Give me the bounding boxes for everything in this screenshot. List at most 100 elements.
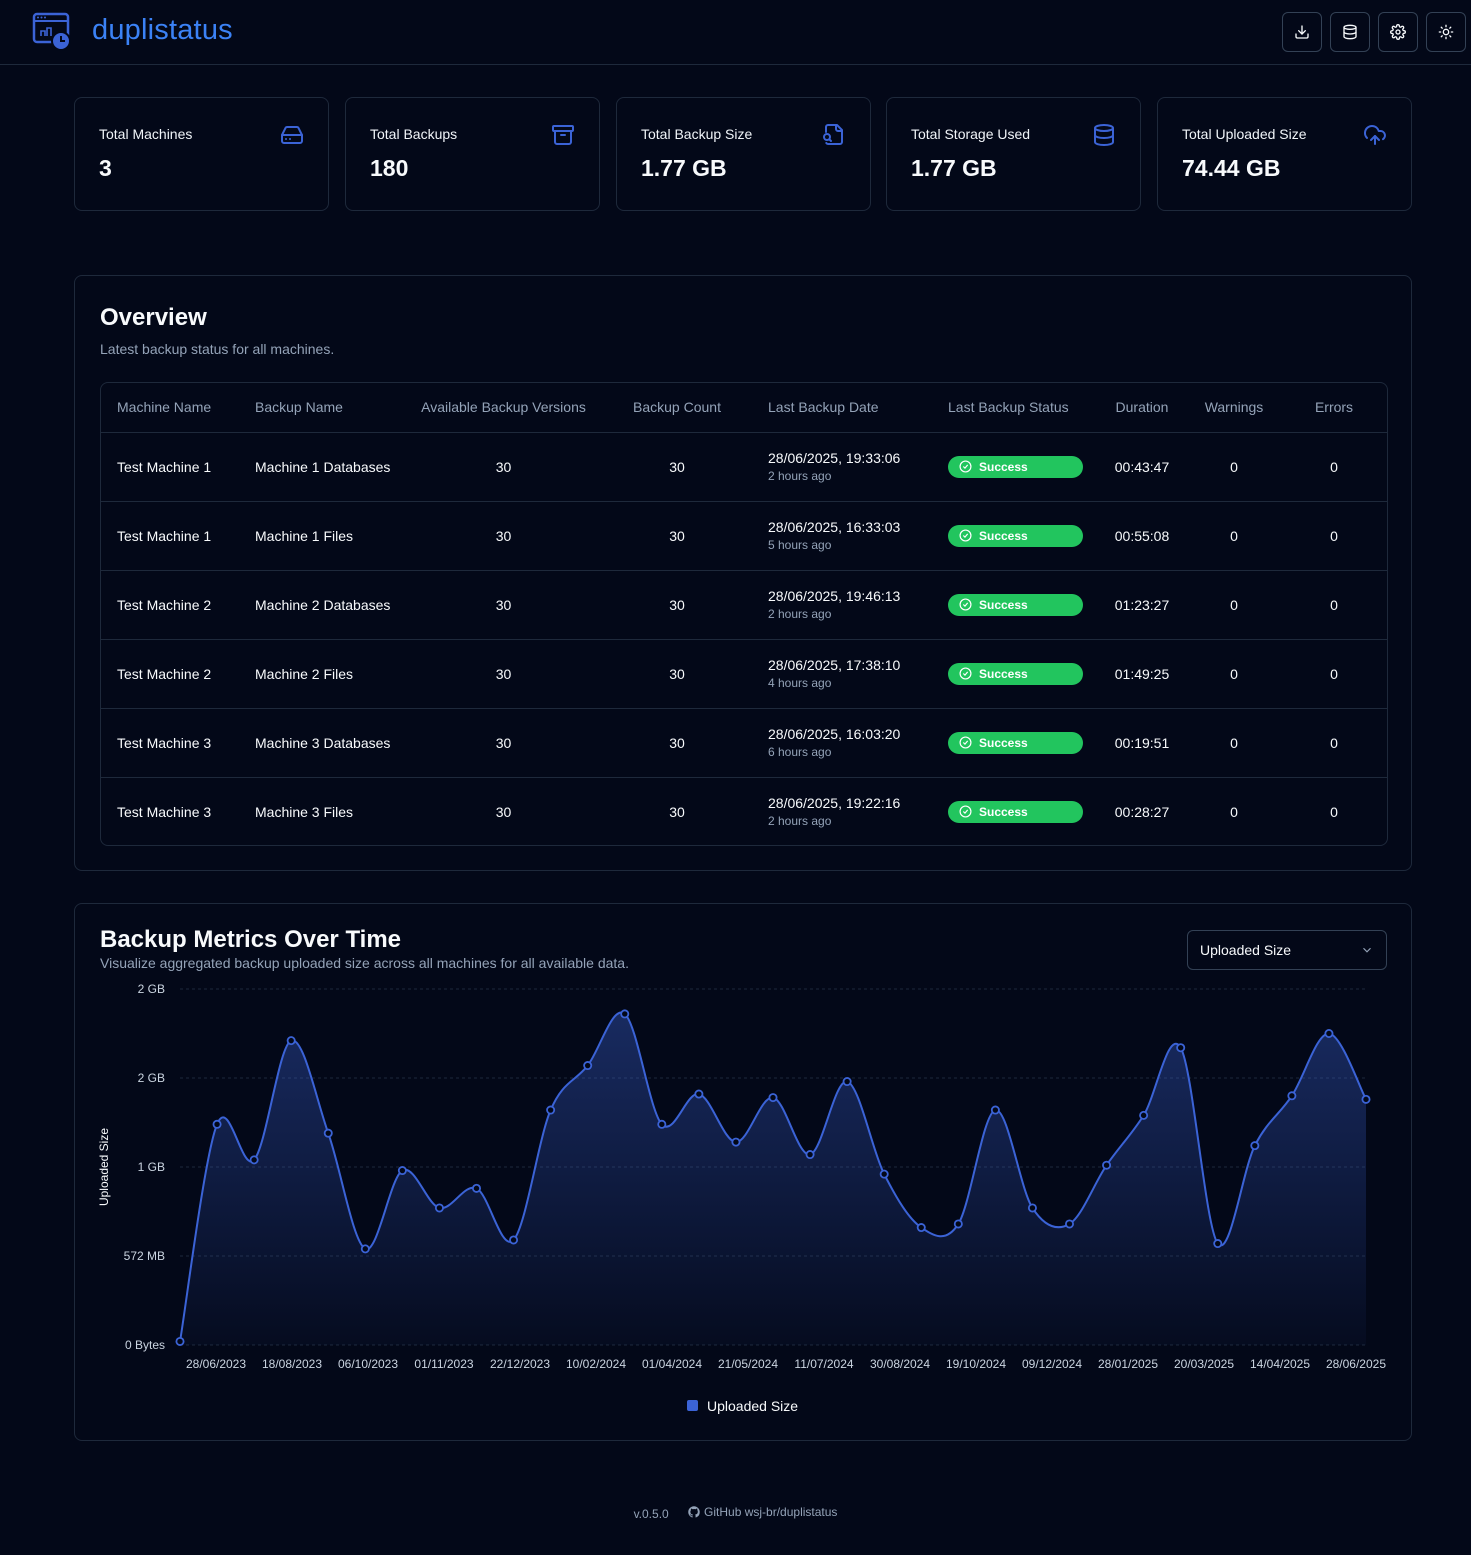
data-point xyxy=(212,1119,222,1129)
table-row[interactable]: Test Machine 3 Machine 3 Databases 30 30… xyxy=(101,708,1387,778)
database-button[interactable] xyxy=(1330,12,1370,52)
status-badge[interactable]: Success xyxy=(948,800,1083,823)
stat-card-total-backup-size: Total Backup Size 1.77 GB xyxy=(616,97,871,211)
table-row[interactable]: Test Machine 2 Machine 2 Databases 30 30… xyxy=(101,570,1387,640)
top-bar: duplistatus xyxy=(0,0,1471,65)
table-row[interactable]: Test Machine 3 Machine 3 Files 30 30 28/… xyxy=(101,777,1387,845)
machine-name-cell[interactable]: Test Machine 1 xyxy=(101,501,239,571)
status-label: Success xyxy=(979,597,1028,612)
column-header[interactable]: Duration xyxy=(1097,383,1187,433)
data-point xyxy=(583,1061,593,1071)
check-circle-icon xyxy=(959,805,972,818)
data-point xyxy=(768,1093,778,1103)
table-row[interactable]: Test Machine 1 Machine 1 Files 30 30 28/… xyxy=(101,501,1387,571)
stat-card-total-storage-used: Total Storage Used 1.77 GB xyxy=(886,97,1141,211)
status-badge[interactable]: Success xyxy=(948,455,1083,478)
last-backup-date: 28/06/2025, 19:22:16 xyxy=(768,795,901,812)
table-row[interactable]: Test Machine 1 Machine 1 Databases 30 30… xyxy=(101,432,1387,502)
data-point xyxy=(175,1336,185,1346)
github-link[interactable]: GitHub wsj-br/duplistatus xyxy=(688,1505,837,1519)
stat-value: 74.44 GB xyxy=(1182,155,1281,181)
data-point xyxy=(323,1128,333,1138)
data-point xyxy=(694,1089,704,1099)
download-button[interactable] xyxy=(1282,12,1322,52)
database-icon xyxy=(1094,124,1114,147)
available-versions-cell: 30 xyxy=(405,432,602,502)
backup-count-cell: 30 xyxy=(602,432,752,502)
data-point xyxy=(990,1105,1000,1115)
duration-cell: 00:19:51 xyxy=(1097,708,1187,778)
column-header[interactable]: Warnings xyxy=(1187,383,1281,433)
column-header[interactable]: Available Backup Versions xyxy=(405,383,602,433)
app-title[interactable]: duplistatus xyxy=(92,14,233,47)
backup-count-cell: 30 xyxy=(669,803,685,820)
data-point xyxy=(842,1077,852,1087)
settings-button[interactable] xyxy=(1378,12,1418,52)
data-point xyxy=(1287,1091,1297,1101)
table-row[interactable]: Test Machine 2 Machine 2 Files 30 30 28/… xyxy=(101,639,1387,709)
x-tick-label: 30/08/2024 xyxy=(870,1357,930,1371)
data-point xyxy=(657,1119,667,1129)
x-tick-label: 28/01/2025 xyxy=(1098,1357,1158,1371)
data-point xyxy=(471,1183,481,1193)
check-circle-icon xyxy=(959,736,972,749)
backup-count-cell: 30 xyxy=(602,501,752,571)
x-tick-label: 01/04/2024 xyxy=(642,1357,702,1371)
stat-value: 1.77 GB xyxy=(911,155,997,181)
app-logo-icon[interactable] xyxy=(32,12,72,52)
column-header[interactable]: Errors xyxy=(1281,383,1387,433)
x-tick-label: 09/12/2024 xyxy=(1022,1357,1082,1371)
data-point xyxy=(1139,1110,1149,1120)
last-backup-date-cell: 28/06/2025, 19:46:13 2 hours ago xyxy=(752,570,932,640)
data-point xyxy=(953,1219,963,1229)
last-backup-date: 28/06/2025, 16:03:20 xyxy=(768,726,901,742)
x-tick-label: 11/07/2024 xyxy=(794,1357,853,1371)
stat-label: Total Uploaded Size xyxy=(1182,126,1307,142)
status-badge[interactable]: Success xyxy=(948,593,1083,616)
status-label: Success xyxy=(979,528,1028,543)
check-circle-icon xyxy=(959,667,972,680)
download-icon xyxy=(1295,25,1309,39)
status-badge[interactable]: Success xyxy=(948,524,1083,547)
gear-icon xyxy=(1390,24,1406,40)
overview-table: Machine Name Backup Name Available Backu… xyxy=(100,382,1388,846)
machine-name-cell[interactable]: Test Machine 3 xyxy=(101,708,239,778)
last-backup-date-cell: 28/06/2025, 16:33:03 5 hours ago xyxy=(752,501,932,571)
column-header[interactable]: Machine Name xyxy=(101,383,239,433)
stat-value: 1.77 GB xyxy=(641,155,727,181)
y-tick-label: 572 MB xyxy=(124,1249,165,1263)
warnings-cell: 0 xyxy=(1187,501,1281,571)
last-backup-date: 28/06/2025, 19:33:06 xyxy=(768,450,901,466)
table-header-row: Machine Name Backup Name Available Backu… xyxy=(101,383,1387,433)
available-versions-cell: 30 xyxy=(405,639,602,709)
check-circle-icon xyxy=(959,598,972,611)
backup-name-cell: Machine 1 Files xyxy=(239,501,405,571)
x-tick-label: 19/10/2024 xyxy=(946,1357,1006,1371)
database-icon xyxy=(1343,24,1357,40)
column-header[interactable]: Last Backup Date xyxy=(752,383,932,433)
column-header[interactable]: Backup Name xyxy=(239,383,405,433)
machine-name-cell[interactable]: Test Machine 3 xyxy=(101,777,239,845)
column-header[interactable]: Last Backup Status xyxy=(932,383,1097,433)
available-versions-cell: 30 xyxy=(405,501,602,571)
check-circle-icon xyxy=(959,529,972,542)
machine-name-cell[interactable]: Test Machine 2 xyxy=(101,639,239,709)
column-header[interactable]: Backup Count xyxy=(602,383,752,433)
duration-cell: 01:49:25 xyxy=(1097,639,1187,709)
warnings-cell: 0 xyxy=(1187,432,1281,502)
errors-cell: 0 xyxy=(1281,432,1387,502)
x-tick-label: 28/06/2025 xyxy=(1326,1357,1386,1371)
machine-name-cell[interactable]: Test Machine 2 xyxy=(101,570,239,640)
theme-toggle-button[interactable] xyxy=(1426,12,1466,52)
cloud-upload-icon xyxy=(1364,125,1386,145)
x-tick-label: 22/12/2023 xyxy=(490,1357,550,1371)
backup-count-cell: 30 xyxy=(602,639,752,709)
data-point xyxy=(1102,1160,1112,1170)
machine-name-cell[interactable]: Test Machine 1 xyxy=(101,432,239,502)
status-badge[interactable]: Success xyxy=(948,731,1083,754)
data-point xyxy=(360,1244,370,1254)
status-badge[interactable]: Success xyxy=(948,662,1083,685)
last-backup-status-cell: Success xyxy=(932,570,1097,640)
data-point xyxy=(249,1155,259,1165)
stat-card-total-machines: Total Machines 3 xyxy=(74,97,329,211)
